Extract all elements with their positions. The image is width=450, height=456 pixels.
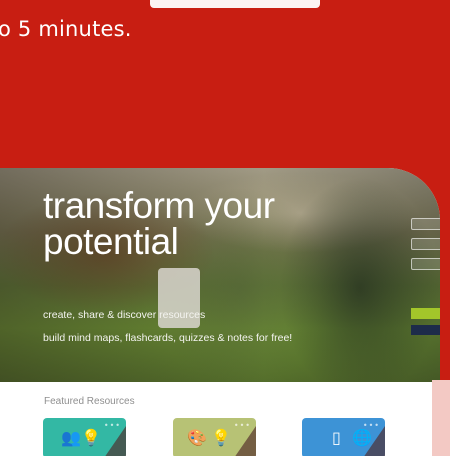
hero-subtitle-1: create, share & discover resources xyxy=(43,309,206,321)
login-button[interactable] xyxy=(411,325,440,335)
signup-field-1[interactable] xyxy=(411,218,440,230)
phone-icon: ▯ xyxy=(332,428,341,447)
intro-text: o 5 minutes. xyxy=(0,17,132,41)
signup-button[interactable] xyxy=(411,308,440,319)
palette-icon: 🎨 xyxy=(187,428,207,447)
featured-heading: Featured Resources xyxy=(44,396,135,407)
hero-subtitle-2: build mind maps, flashcards, quizzes & n… xyxy=(43,332,293,344)
lightbulb-icon: 💡 xyxy=(81,428,101,447)
signup-field-3[interactable] xyxy=(411,258,440,270)
cropped-heading-text xyxy=(150,0,320,8)
tile-corner xyxy=(363,426,385,456)
lightbulb-icon: 💡 xyxy=(211,428,231,447)
tile-corner xyxy=(104,426,126,456)
resource-tile-1[interactable]: ••• 👥 💡 xyxy=(43,418,126,456)
resource-tile-2[interactable]: ••• 🎨 💡 xyxy=(173,418,256,456)
resource-tile-3[interactable]: ••• ▯ 🌐 xyxy=(302,418,385,456)
tile-corner xyxy=(234,426,256,456)
signup-panel xyxy=(408,198,440,348)
app-screenshot: transform your potential create, share &… xyxy=(0,168,440,456)
hero-title: transform your potential xyxy=(43,185,275,262)
edge-strip xyxy=(432,380,450,456)
signup-field-2[interactable] xyxy=(411,238,440,250)
people-icon: 👥 xyxy=(61,428,81,447)
